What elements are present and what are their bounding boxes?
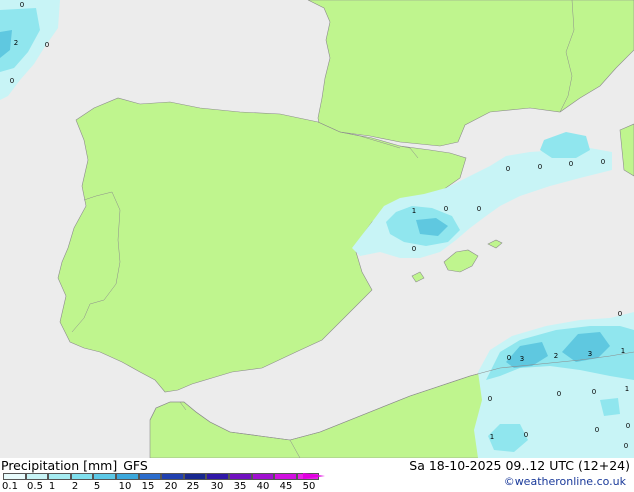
value-label: 0 <box>10 77 14 85</box>
value-label: 1 <box>490 433 494 441</box>
value-label: 0 <box>624 442 628 450</box>
colorbar-swatch <box>206 473 229 480</box>
value-label: 0 <box>45 41 49 49</box>
value-label: 0 <box>506 165 510 173</box>
colorbar-tick-label: 45 <box>279 481 293 492</box>
colorbar-tick-label: 1 <box>48 481 56 492</box>
value-label: 0 <box>444 205 448 213</box>
value-label: 0 <box>557 390 561 398</box>
colorbar-swatch <box>138 473 162 480</box>
colorbar-tick-label: 40 <box>256 481 270 492</box>
value-label: 3 <box>588 350 592 358</box>
value-label: 1 <box>621 347 625 355</box>
map-canvas: 2 0 0 0 1 0 0 0 0 0 0 0 0 0 3 2 3 1 0 1 … <box>0 0 634 458</box>
value-label: 0 <box>488 395 492 403</box>
colorbar-swatch <box>274 473 297 480</box>
value-label: 0 <box>477 205 481 213</box>
colorbar-swatch <box>70 473 94 480</box>
value-label: 2 <box>14 39 18 47</box>
colorbar-swatch <box>183 473 207 480</box>
value-label: 2 <box>554 352 558 360</box>
colorbar-tick-label: 2 <box>71 481 79 492</box>
value-label: 0 <box>618 310 622 318</box>
legend-title: Precipitation [mm] GFS <box>1 458 148 473</box>
value-label: 0 <box>601 158 605 166</box>
colorbar-swatch <box>25 473 49 480</box>
colorbar <box>3 473 320 480</box>
colorbar-arrow <box>303 473 325 479</box>
colorbar-tick-label: 30 <box>210 481 224 492</box>
colorbar-tick-label: 0.1 <box>2 481 18 492</box>
colorbar-swatch <box>251 473 275 480</box>
model-name: GFS <box>123 458 148 473</box>
colorbar-tick-label: 25 <box>186 481 200 492</box>
precipitation-map: 2 0 0 0 1 0 0 0 0 0 0 0 0 0 3 2 3 1 0 1 … <box>0 0 634 458</box>
value-label: 1 <box>412 207 416 215</box>
value-label: 0 <box>524 431 528 439</box>
legend-title-text: Precipitation [mm] <box>1 458 118 473</box>
colorbar-tick-label: 35 <box>233 481 247 492</box>
colorbar-swatch <box>115 473 139 480</box>
colorbar-swatch <box>48 473 71 480</box>
valid-time: Sa 18-10-2025 09..12 UTC (12+24) <box>409 458 630 473</box>
colorbar-swatch <box>228 473 252 480</box>
value-label: 0 <box>626 422 630 430</box>
value-label: 0 <box>20 1 24 9</box>
value-label: 0 <box>538 163 542 171</box>
colorbar-tick-label: 50 <box>302 481 316 492</box>
colorbar-tick-label: 0.5 <box>27 481 43 492</box>
colorbar-tick-label: 20 <box>164 481 178 492</box>
credit-link[interactable]: ©weatheronline.co.uk <box>504 475 626 488</box>
colorbar-tick-label: 5 <box>93 481 101 492</box>
colorbar-tick-label: 15 <box>141 481 155 492</box>
colorbar-swatch <box>93 473 116 480</box>
value-label: 1 <box>625 385 629 393</box>
colorbar-swatch <box>3 473 26 480</box>
value-label: 0 <box>592 388 596 396</box>
colorbar-tick-label: 10 <box>118 481 132 492</box>
legend: Precipitation [mm] GFS Sa 18-10-2025 09..… <box>0 458 634 492</box>
value-label: 3 <box>520 355 524 363</box>
colorbar-swatch <box>161 473 184 480</box>
value-label: 0 <box>595 426 599 434</box>
value-label: 0 <box>569 160 573 168</box>
value-label: 0 <box>507 354 511 362</box>
value-label: 0 <box>412 245 416 253</box>
